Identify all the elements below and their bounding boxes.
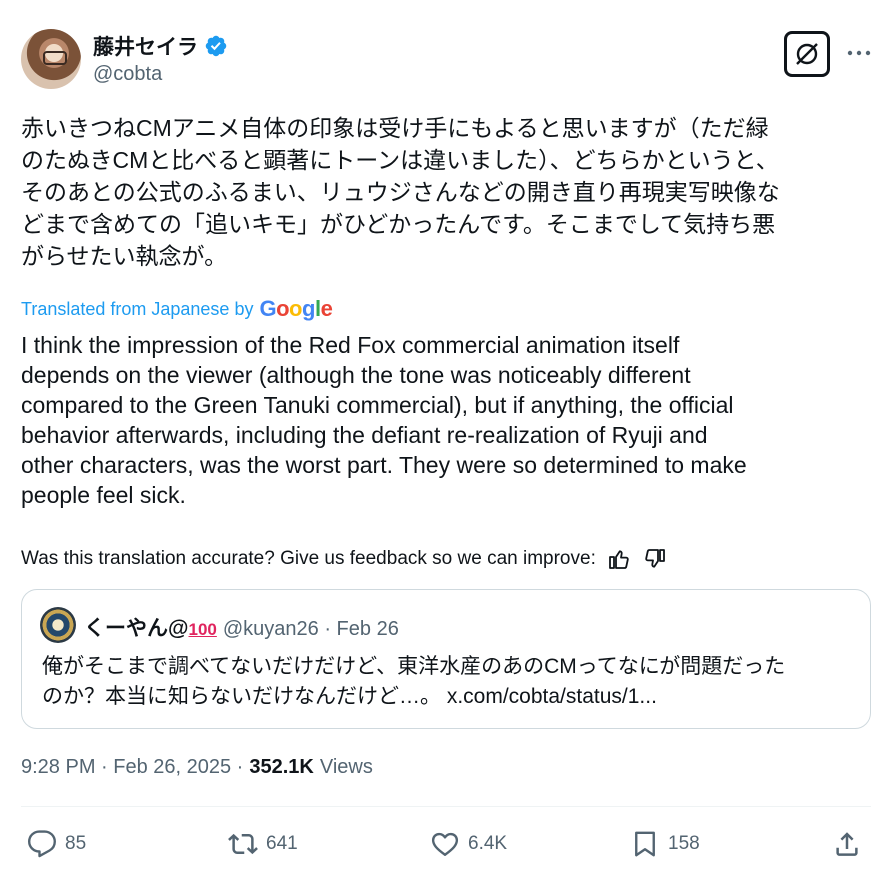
post-text-original: 赤いきつねCMアニメ自体の印象は受け手にもよると思いますが（ただ緑 のたぬきCM… — [21, 115, 780, 269]
quoted-author-name: くーやん@100 — [84, 617, 217, 640]
author-handle[interactable]: @cobta — [93, 63, 162, 86]
grok-icon — [796, 43, 818, 65]
author-avatar[interactable] — [21, 29, 81, 89]
hundred-points-emoji-icon: 100 — [188, 620, 217, 639]
post-timestamp: 9:28 PM · Feb 26, 2025 · 352.1K Views — [21, 756, 373, 779]
views-label: Views — [319, 756, 373, 778]
like-button[interactable]: 6.4K — [430, 822, 507, 866]
quoted-author-meta: @kuyan26 · Feb 26 — [222, 618, 399, 640]
repost-count: 641 — [266, 833, 298, 854]
bookmark-icon — [635, 831, 655, 857]
share-icon — [836, 832, 858, 856]
author-name-row: 藤井セイラ — [93, 31, 228, 61]
bookmark-count: 158 — [668, 833, 700, 854]
quoted-post-header: くーやん@100 @kuyan26 · Feb 26 — [84, 612, 399, 642]
verified-badge-icon — [205, 35, 227, 57]
thumbs-down-icon[interactable] — [642, 546, 668, 572]
translated-from-label[interactable]: Translated from Japanese by — [21, 299, 253, 320]
divider — [21, 806, 871, 807]
thumbs-up-icon[interactable] — [606, 546, 632, 572]
reply-button[interactable]: 85 — [27, 822, 86, 866]
heart-icon — [431, 832, 459, 856]
more-options-icon[interactable] — [844, 38, 874, 68]
grok-button[interactable] — [784, 31, 830, 77]
translation-attribution: Translated from Japanese by Google — [21, 296, 333, 322]
post-time[interactable]: 9:28 PM · Feb 26, 2025 · — [21, 756, 243, 779]
like-count: 6.4K — [468, 833, 508, 854]
author-display-name[interactable]: 藤井セイラ — [93, 31, 198, 61]
repost-icon — [228, 833, 258, 855]
quoted-post[interactable]: くーやん@100 @kuyan26 · Feb 26 俺がそこまで調べてないだけ… — [21, 589, 871, 729]
share-button[interactable] — [832, 822, 862, 866]
reply-count: 85 — [65, 833, 87, 854]
quoted-author-avatar — [40, 607, 76, 643]
google-logo: Google — [259, 296, 333, 321]
bookmark-button[interactable]: 158 — [630, 822, 700, 866]
post-text-translated: I think the impression of the Red Fox co… — [21, 332, 747, 508]
translation-feedback: Was this translation accurate? Give us f… — [21, 546, 668, 572]
quoted-post-text: 俺がそこまで調べてないだけだけど、東洋水産のあのCMってなにが問題だった のか？… — [42, 655, 786, 708]
views-count: 352.1K — [249, 756, 314, 778]
action-bar: 85 641 6.4K 158 — [0, 822, 892, 866]
feedback-prompt: Was this translation accurate? Give us f… — [21, 548, 596, 569]
reply-icon — [28, 830, 56, 858]
repost-button[interactable]: 641 — [228, 822, 298, 866]
